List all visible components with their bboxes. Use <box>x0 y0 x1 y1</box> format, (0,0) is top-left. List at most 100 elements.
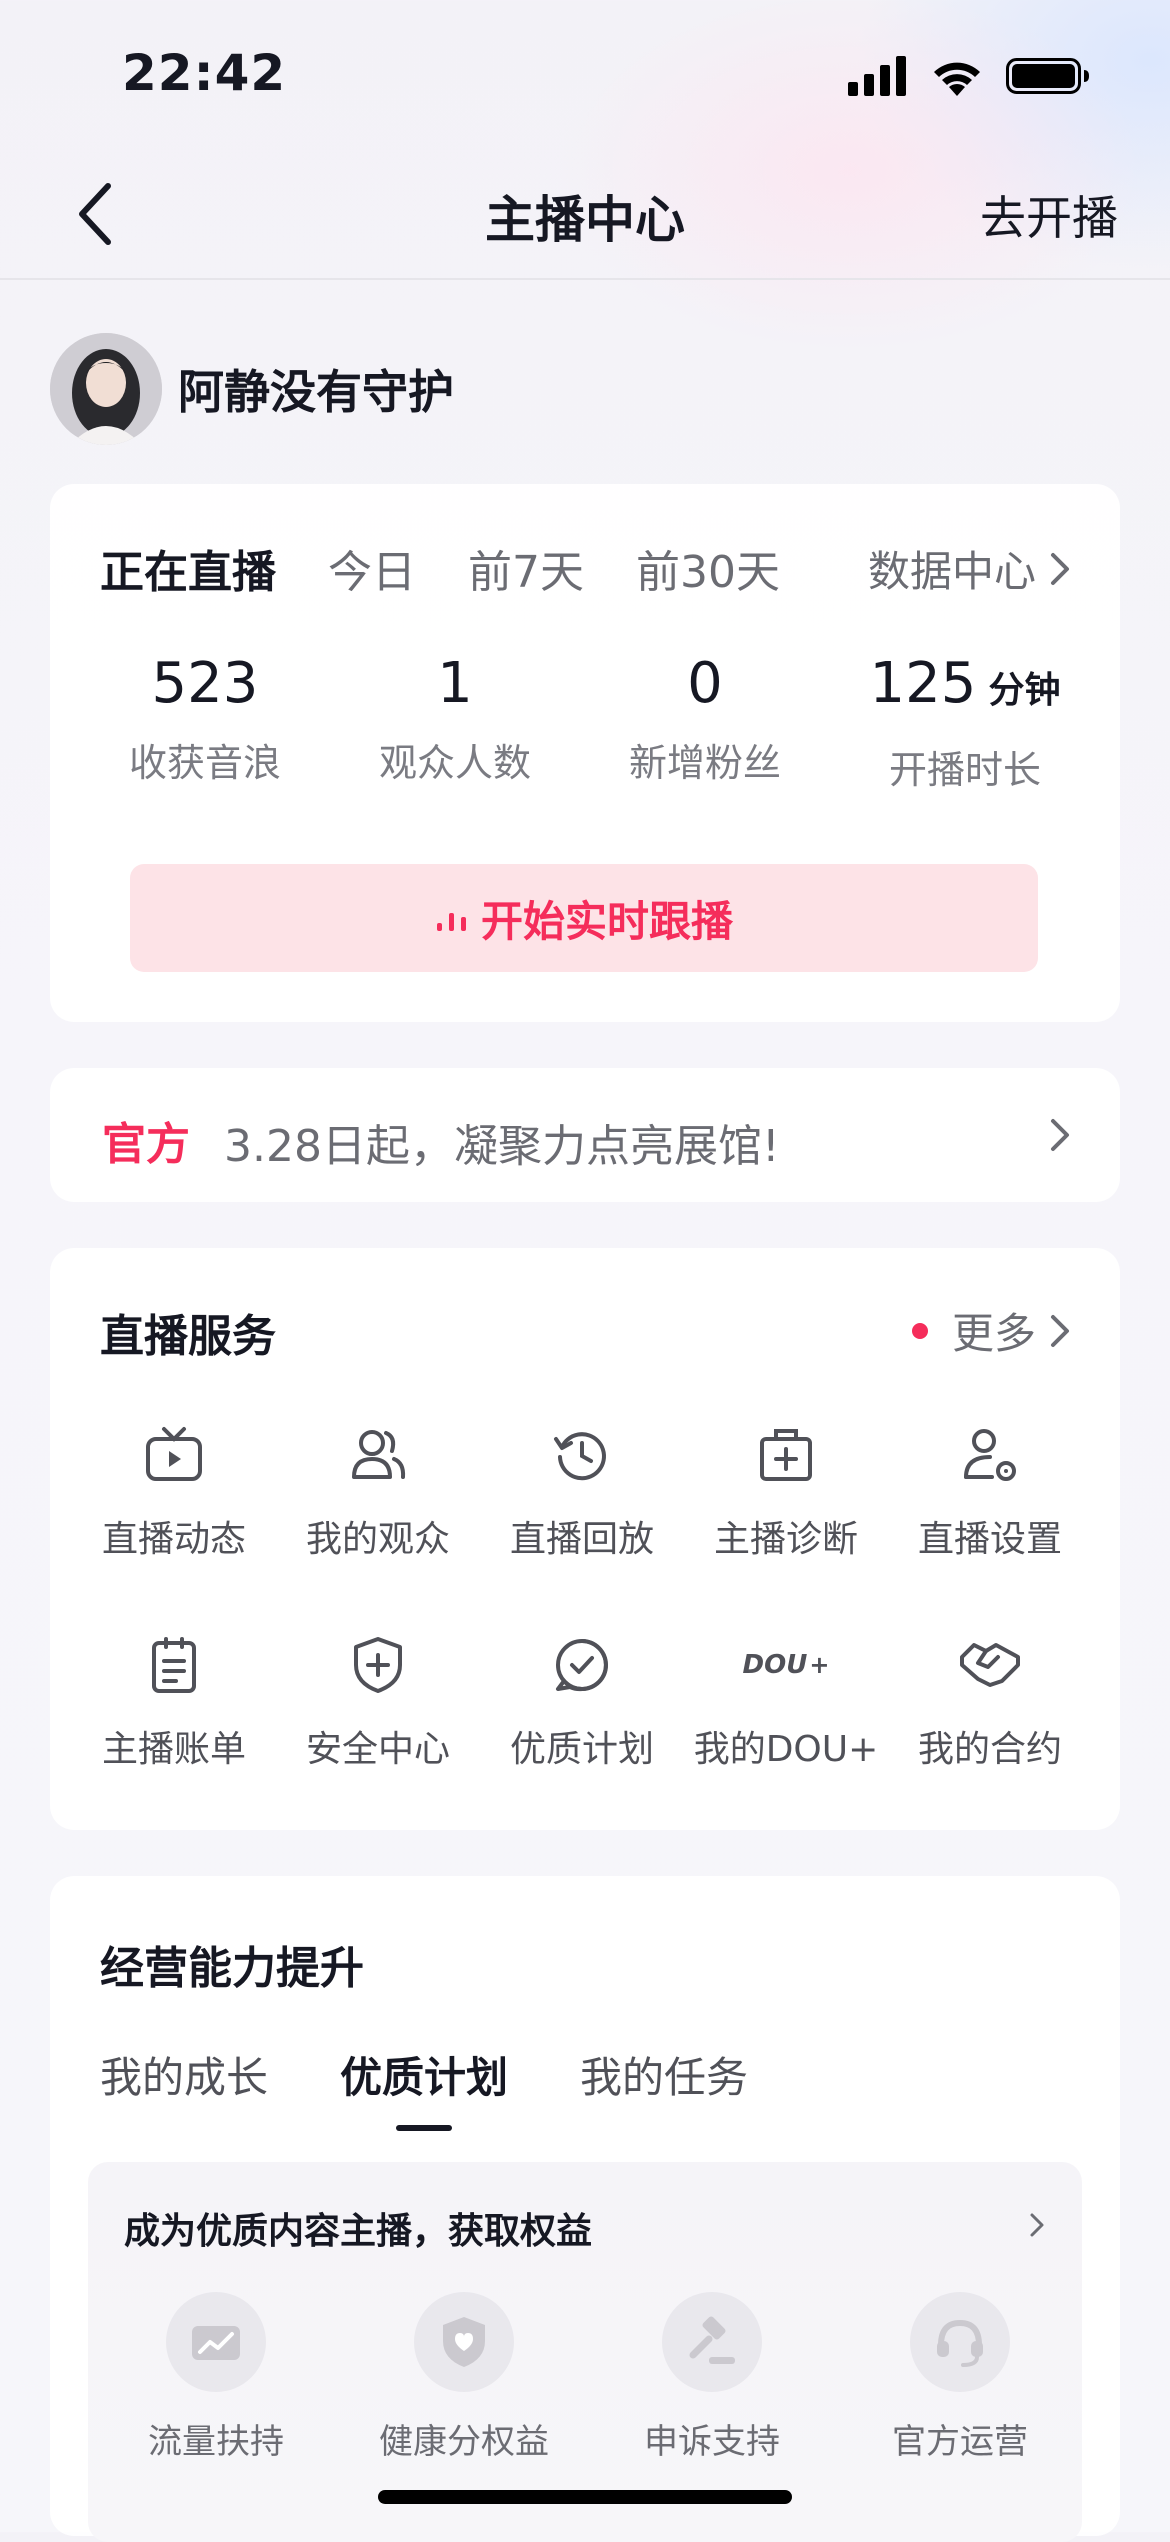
user-profile-row[interactable]: 阿静没有守护 <box>50 333 454 445</box>
service-live-feed[interactable]: 直播动态 <box>72 1420 276 1562</box>
user-name: 阿静没有守护 <box>178 365 454 419</box>
live-data-card: 正在直播 今日 前7天 前30天 数据中心 523 收获音浪 1 观众人数 0 … <box>50 484 1120 1022</box>
chevron-right-icon <box>1051 552 1069 585</box>
live-services-card: 直播服务 更多 直播动态 我的观众 直播回放 主播诊断 直播设置 主播账单 安全… <box>50 1248 1120 1830</box>
stat-label: 观众人数 <box>378 741 531 785</box>
service-label: 我的合约 <box>917 1729 1062 1770</box>
benefit-label: 申诉支持 <box>644 2422 780 2462</box>
service-my-contract[interactable]: 我的合约 <box>888 1630 1092 1772</box>
notification-dot <box>911 1322 928 1339</box>
service-live-settings[interactable]: 直播设置 <box>888 1420 1092 1562</box>
stat-label: 开播时长 <box>888 748 1041 792</box>
nav-bar: 主播中心 去开播 <box>0 150 1170 280</box>
service-label: 主播账单 <box>101 1729 246 1770</box>
user-settings-icon <box>964 1429 1016 1481</box>
stat-new-fans: 0 新增粉丝 <box>590 654 820 787</box>
equalizer-icon <box>436 913 466 931</box>
service-my-audience[interactable]: 我的观众 <box>276 1420 480 1562</box>
go-live-button[interactable]: 去开播 <box>980 182 1118 248</box>
start-live-follow-label: 开始实时跟播 <box>480 896 733 946</box>
benefit-label: 官方运营 <box>892 2422 1028 2462</box>
start-live-follow-button[interactable]: 开始实时跟播 <box>130 864 1038 972</box>
avatar-image <box>50 333 162 445</box>
data-center-label: 数据中心 <box>867 547 1036 596</box>
service-live-replay[interactable]: 直播回放 <box>480 1420 684 1562</box>
data-center-link[interactable]: 数据中心 <box>868 538 1072 599</box>
tab-today[interactable]: 今日 <box>328 536 416 600</box>
service-label: 优质计划 <box>509 1729 654 1770</box>
stat-value: 0 <box>687 651 723 716</box>
service-streamer-bill[interactable]: 主播账单 <box>72 1630 276 1772</box>
benefit-traffic-support[interactable]: 流量扶持 <box>106 2292 326 2463</box>
service-label: 直播设置 <box>917 1519 1062 1560</box>
benefit-health-score[interactable]: 健康分权益 <box>354 2292 574 2463</box>
bill-icon <box>152 1637 196 1693</box>
tv-play-icon <box>146 1427 202 1481</box>
signal-icon <box>848 56 906 96</box>
stat-sound-waves: 523 收获音浪 <box>90 654 320 787</box>
official-notice-card[interactable]: 官方 3.28日起，凝聚力点亮展馆! <box>50 1068 1120 1202</box>
tab-7-days[interactable]: 前7天 <box>468 536 584 600</box>
home-indicator[interactable] <box>378 2490 792 2504</box>
status-bar: 22:42 <box>0 0 1170 150</box>
tab-my-tasks[interactable]: 我的任务 <box>580 2044 748 2105</box>
service-quality-plan[interactable]: 优质计划 <box>480 1630 684 1772</box>
audience-icon <box>352 1430 406 1479</box>
benefit-appeal-support[interactable]: 申诉支持 <box>602 2292 822 2463</box>
chevron-right-icon <box>1051 1314 1069 1347</box>
stat-value: 125 <box>869 651 977 716</box>
health-shield-icon <box>443 2317 485 2367</box>
gavel-icon <box>689 2316 735 2364</box>
service-label: 安全中心 <box>305 1729 450 1770</box>
traffic-icon <box>192 2326 240 2360</box>
service-my-dou-plus[interactable]: DOU + 我的DOU+ <box>684 1630 888 1772</box>
dou-plus-icon: DOU <box>742 1650 808 1680</box>
service-label: 我的DOU+ <box>693 1729 879 1770</box>
status-icons <box>848 56 1090 96</box>
battery-icon <box>1006 58 1089 94</box>
more-label: 更多 <box>951 1309 1036 1358</box>
replay-clock-icon <box>554 1432 606 1481</box>
tab-my-growth[interactable]: 我的成长 <box>100 2044 268 2105</box>
benefit-label: 流量扶持 <box>148 2422 284 2462</box>
status-time: 22:42 <box>122 44 287 102</box>
stat-label: 新增粉丝 <box>628 741 781 785</box>
avatar[interactable] <box>50 333 162 445</box>
service-streamer-diagnosis[interactable]: 主播诊断 <box>684 1420 888 1562</box>
stat-label: 收获音浪 <box>128 741 281 785</box>
shield-plus-icon <box>354 1637 402 1693</box>
chevron-right-icon[interactable] <box>1028 2210 1046 2240</box>
business-title: 经营能力提升 <box>100 1943 364 1994</box>
business-growth-card: 经营能力提升 我的成长 优质计划 我的任务 成为优质内容主播，获取权益 流量扶持… <box>50 1876 1120 2542</box>
stat-value: 523 <box>151 651 259 716</box>
service-label: 我的观众 <box>305 1519 450 1560</box>
wifi-icon <box>934 62 980 96</box>
more-services-link[interactable]: 更多 <box>911 1300 1072 1361</box>
quality-plan-panel: 成为优质内容主播，获取权益 流量扶持 健康分权益 申诉支持 官方运营 <box>88 2162 1082 2542</box>
tab-quality-plan[interactable]: 优质计划 <box>340 2044 508 2105</box>
benefit-label: 健康分权益 <box>379 2422 549 2462</box>
benefit-official-operation[interactable]: 官方运营 <box>850 2292 1070 2463</box>
stat-value: 1 <box>437 651 473 716</box>
services-title: 直播服务 <box>100 1311 276 1362</box>
chevron-right-icon <box>1051 1119 1069 1151</box>
stat-viewers: 1 观众人数 <box>340 654 570 787</box>
notice-text: 3.28日起，凝聚力点亮展馆! <box>224 1121 780 1172</box>
stat-value-row: 125 分钟 <box>840 654 1090 721</box>
quality-plan-banner-title[interactable]: 成为优质内容主播，获取权益 <box>124 2202 592 2254</box>
tab-live-now[interactable]: 正在直播 <box>100 536 276 600</box>
service-security-center[interactable]: 安全中心 <box>276 1630 480 1772</box>
service-label: 直播回放 <box>509 1519 654 1560</box>
handshake-icon <box>960 1643 1020 1687</box>
dou-plus-mark: + <box>809 1651 830 1679</box>
stat-unit: 分钟 <box>988 670 1061 711</box>
official-tag: 官方 <box>102 1119 190 1170</box>
service-label: 主播诊断 <box>713 1519 858 1560</box>
tab-30-days[interactable]: 前30天 <box>636 536 780 600</box>
quality-check-icon <box>556 1639 608 1692</box>
period-tabs: 正在直播 今日 前7天 前30天 <box>100 536 780 600</box>
headset-icon <box>937 2319 983 2367</box>
business-tabs: 我的成长 优质计划 我的任务 <box>100 2044 748 2105</box>
service-label: 直播动态 <box>101 1519 246 1560</box>
diagnosis-kit-icon <box>760 1429 812 1481</box>
